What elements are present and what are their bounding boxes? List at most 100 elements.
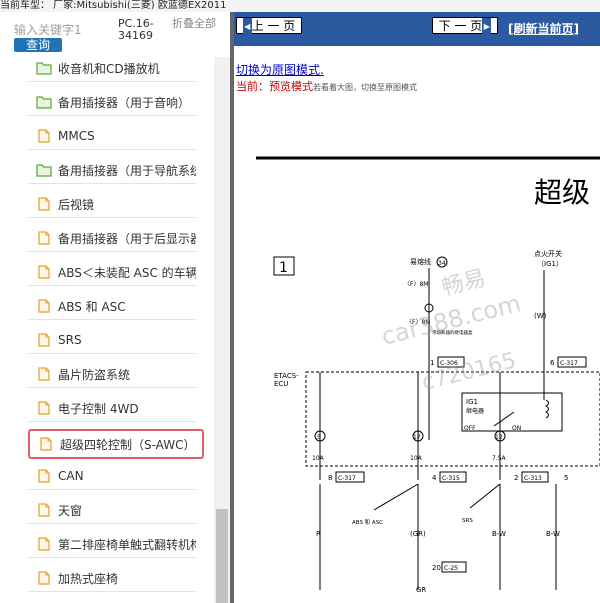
folder-icon bbox=[36, 62, 52, 75]
tree-item-label: 加热式座椅 bbox=[58, 571, 119, 586]
document-icon bbox=[38, 299, 50, 313]
fuse-75a: 7.5A bbox=[492, 455, 507, 462]
arrow-right-icon: ▶ bbox=[482, 18, 492, 35]
tree-item-label: 后视镜 bbox=[58, 197, 95, 212]
vehicle-info-bar: 当前车型： 厂家:Mitsubishi(三菱) 欧蓝德EX2011 bbox=[0, 0, 600, 12]
bw-label-2: B-W bbox=[546, 530, 560, 538]
gr-label-2: GR bbox=[416, 586, 426, 594]
right-panel: ◀上 一 页 下 一 页▶ [刷新当前页] 切换为原图模式. 当前：预览模式若看… bbox=[234, 12, 600, 603]
document-icon bbox=[38, 197, 50, 211]
folder-icon bbox=[36, 164, 52, 177]
wiring-diagram[interactable]: 超级 1 易熔线 34 〈F〉8M 〈F〉8M 带熔断器的继电器盒 点火开关 （… bbox=[234, 100, 600, 603]
page-nav-bar: ◀上 一 页 下 一 页▶ [刷新当前页] bbox=[234, 12, 600, 46]
tree-item[interactable]: MMCS bbox=[28, 123, 196, 150]
pin-4-label: 4 bbox=[432, 474, 437, 482]
watermark-line-3: c720165 bbox=[419, 348, 518, 396]
pin-5b-label: 5 bbox=[564, 474, 568, 482]
switch-original-mode-link[interactable]: 切换为原图模式. bbox=[236, 61, 324, 78]
current-mode: 预览模式 bbox=[269, 80, 313, 93]
tree-item-label: CAN bbox=[58, 469, 84, 483]
pin-2-label: 2 bbox=[514, 474, 518, 482]
pin-1-label: 1 bbox=[430, 359, 434, 367]
tree-item[interactable]: 第二排座椅单触式翻转机构 bbox=[28, 531, 196, 558]
search-area: 查询 PC.16-34169 折叠全部 bbox=[0, 12, 230, 57]
tree-item-selected[interactable]: 超级四轮控制（S-AWC） bbox=[28, 429, 204, 459]
tree-item[interactable]: 晶片防盗系统 bbox=[28, 361, 196, 388]
document-icon bbox=[38, 367, 50, 381]
fuse-34-label: 34 bbox=[438, 260, 446, 267]
ig1-relay-label-1: IG1 bbox=[466, 398, 478, 406]
search-input[interactable] bbox=[14, 22, 114, 38]
tree-list: 收音机和CD播放机备用插接器（用于音响） MMCS 备用插接器（用于导航系统） 后视镜… bbox=[0, 57, 214, 603]
fuse-17-label: 17 bbox=[413, 434, 421, 441]
search-button[interactable]: 查询 bbox=[14, 38, 62, 52]
document-icon bbox=[38, 469, 50, 483]
next-page-label: 下 一 页 bbox=[438, 19, 483, 33]
tree-scrollbar[interactable] bbox=[214, 57, 230, 603]
tree-item-label: ABS 和 ASC bbox=[58, 299, 126, 314]
left-panel: 查询 PC.16-34169 折叠全部 收音机和CD播放机备用插接器（用于音响）… bbox=[0, 12, 230, 603]
tree-item[interactable]: 电子控制 4WD bbox=[28, 395, 196, 422]
tree-item[interactable]: 备用插接器（用于后显示器） bbox=[28, 225, 196, 252]
c317-label-a: C-317 bbox=[560, 360, 578, 367]
tree-item[interactable]: 备用插接器（用于导航系统） bbox=[28, 157, 196, 184]
tree-item[interactable]: 加热式座椅 bbox=[28, 565, 196, 592]
tree-item-label: SRS bbox=[58, 333, 82, 347]
tree-item[interactable]: CAN bbox=[28, 463, 196, 490]
document-icon bbox=[38, 571, 50, 585]
c25-label: C-25 bbox=[444, 565, 458, 572]
srs-label: SRS bbox=[462, 518, 473, 524]
pin-8-label: 8 bbox=[328, 474, 332, 482]
tree-item[interactable]: 收音机和CD播放机 bbox=[28, 57, 196, 82]
bw-label-1: B-W bbox=[492, 530, 506, 538]
section-number: 1 bbox=[279, 260, 288, 276]
fuse-12-label: 12 bbox=[495, 434, 503, 441]
tree-item-label: 收音机和CD播放机 bbox=[58, 61, 160, 76]
tree-item[interactable]: 备用插接器（用于音响） bbox=[28, 89, 196, 116]
next-page-button[interactable]: 下 一 页▶ bbox=[432, 17, 498, 35]
w-label: (W) bbox=[534, 312, 547, 320]
tree-item-label: MMCS bbox=[58, 129, 95, 143]
tree-item-label: 第二排座椅单触式翻转机构 bbox=[58, 537, 196, 552]
document-icon bbox=[38, 333, 50, 347]
document-icon bbox=[38, 265, 50, 279]
pin-6-label: 6 bbox=[550, 359, 555, 367]
prev-page-button[interactable]: ◀上 一 页 bbox=[236, 17, 302, 35]
fuse-10a-2: 10A bbox=[410, 455, 423, 462]
prev-page-label: 上 一 页 bbox=[251, 19, 296, 33]
tree-item[interactable]: ABS 和 ASC bbox=[28, 293, 196, 320]
document-icon bbox=[38, 231, 50, 245]
tree-item-label: 备用插接器（用于音响） bbox=[58, 95, 191, 110]
tree-item-label: 天窗 bbox=[58, 503, 83, 518]
on-label: ON bbox=[512, 425, 521, 432]
gr-label-1: (GR) bbox=[410, 530, 426, 538]
pin-20-label: 20 bbox=[432, 564, 441, 572]
document-icon bbox=[38, 503, 50, 517]
tree-item-label: 备用插接器（用于后显示器） bbox=[58, 231, 196, 246]
wire-abs bbox=[373, 483, 419, 511]
relay-switch bbox=[493, 411, 515, 427]
document-icon bbox=[38, 129, 50, 143]
arrow-left-icon: ◀ bbox=[242, 18, 252, 35]
tree-item[interactable]: ABS＜未装配 ASC 的车辆＞ bbox=[28, 259, 196, 286]
tree-item-label: 电子控制 4WD bbox=[58, 401, 139, 416]
r-label: R bbox=[316, 530, 321, 538]
abs-asc-label: ABS 和 ASC bbox=[352, 518, 383, 526]
folder-icon bbox=[36, 96, 52, 109]
collapse-all-link[interactable]: 折叠全部 bbox=[172, 18, 217, 30]
current-mode-line: 当前：预览模式若看着大图，切换至原图模式 bbox=[236, 78, 417, 94]
fusible-link-label: 易熔线 bbox=[410, 257, 431, 266]
tree-item[interactable]: 天窗 bbox=[28, 497, 196, 524]
diagram-title: 超级 bbox=[534, 176, 590, 209]
refresh-page-link[interactable]: [刷新当前页] bbox=[508, 20, 579, 37]
tree-item[interactable]: 后视镜 bbox=[28, 191, 196, 218]
document-icon bbox=[38, 537, 50, 551]
current-mode-hint: 若看着大图，切换至原图模式 bbox=[313, 83, 417, 92]
c315-label: C-315 bbox=[442, 475, 460, 482]
tree-item[interactable]: SRS bbox=[28, 327, 196, 354]
tree-item-label: 超级四轮控制（S-AWC） bbox=[60, 437, 196, 452]
scrollbar-thumb[interactable] bbox=[216, 509, 228, 603]
tree-item-label: 晶片防盗系统 bbox=[58, 367, 131, 382]
c317-label-b: C-317 bbox=[338, 475, 356, 482]
pc-code-label: PC.16-34169 bbox=[118, 17, 154, 42]
